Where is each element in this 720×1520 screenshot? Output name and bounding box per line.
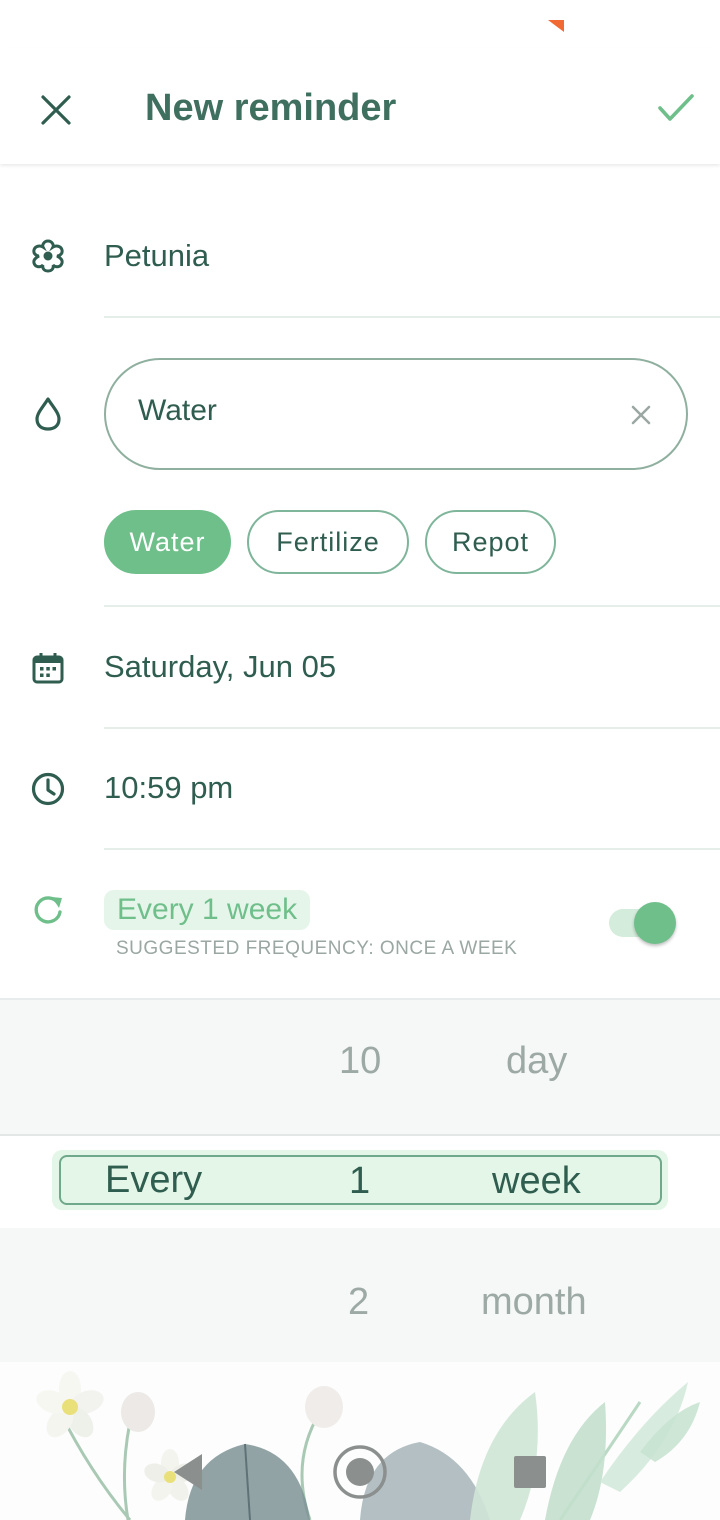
divider (104, 727, 720, 729)
picker-unit-above[interactable]: day (506, 1040, 567, 1083)
save-button[interactable] (648, 80, 704, 136)
divider (104, 848, 720, 850)
water-drop-icon (26, 392, 70, 436)
flower-icon (26, 234, 70, 278)
home-icon-dot (346, 1458, 374, 1486)
recents-icon[interactable] (514, 1456, 546, 1488)
notification-indicator-icon (548, 20, 564, 32)
check-icon (658, 94, 694, 121)
plant-name[interactable]: Petunia (104, 238, 209, 274)
picker-number-above[interactable]: 10 (339, 1040, 381, 1083)
picker-prefix: Every (105, 1159, 203, 1201)
picker-number-below[interactable]: 2 (348, 1281, 369, 1324)
picker-unit-below[interactable]: month (481, 1281, 587, 1324)
calendar-icon (26, 646, 70, 690)
close-button[interactable] (28, 82, 84, 138)
picker-unit-selected[interactable]: week (492, 1160, 581, 1203)
frequency-badge[interactable]: Every 1 week (104, 890, 311, 930)
chip-fertilize[interactable]: Fertilize (247, 510, 409, 574)
repeat-icon (26, 888, 70, 932)
divider (104, 316, 720, 318)
close-icon (41, 95, 71, 125)
clock-icon (26, 767, 70, 811)
repeat-toggle-thumb[interactable] (634, 902, 676, 944)
picker-number-selected[interactable]: 1 (349, 1160, 370, 1203)
date-value[interactable]: Saturday, Jun 05 (104, 649, 336, 685)
time-value[interactable]: 10:59 pm (104, 770, 233, 806)
suggested-frequency: SUGGESTED FREQUENCY: ONCE A WEEK (116, 938, 518, 959)
clear-button[interactable] (622, 396, 660, 434)
task-input-value[interactable]: Water (138, 394, 217, 428)
botanical-illustration (0, 1362, 720, 1520)
chip-water[interactable]: Water (104, 510, 231, 574)
clear-icon (631, 405, 651, 425)
page-title: New reminder (145, 87, 397, 129)
divider (104, 605, 720, 607)
chip-repot[interactable]: Repot (425, 510, 556, 574)
